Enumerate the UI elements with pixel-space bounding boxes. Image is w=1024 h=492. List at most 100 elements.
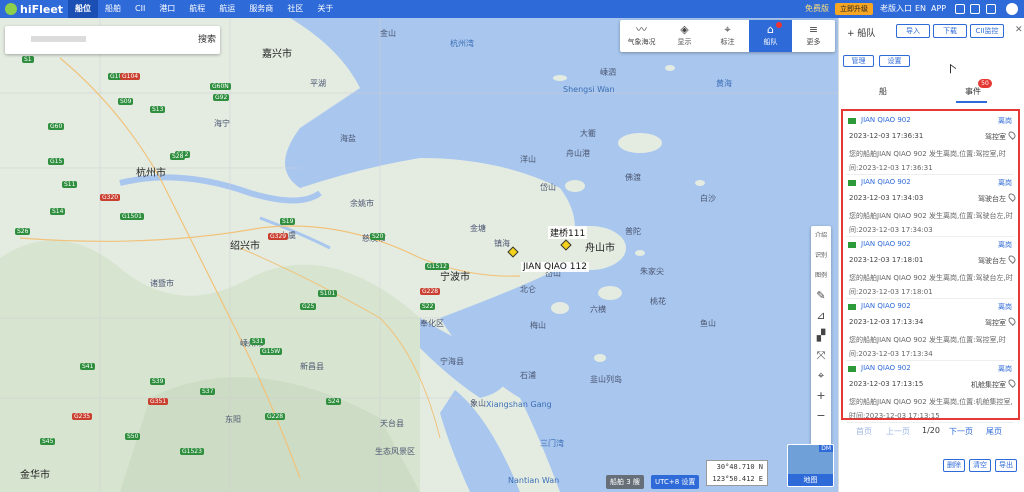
road-sign: G235 [72,413,93,420]
road-sign: S45 [40,438,56,445]
event-ship-name[interactable]: JIAN QIAO 902 [861,240,911,248]
logo-icon [5,3,17,15]
event-item[interactable]: JIAN QIAO 902 离岗 2023-12-03 17:36:31 驾控室 您的船… [846,113,1017,175]
toolbar-button[interactable]: ⌂ 船队 [749,20,792,52]
place-label: 梅山 [530,321,546,330]
road-sign: G351 [148,398,169,405]
search-button[interactable]: 搜索 [194,26,220,54]
tab-ships[interactable]: 船 [879,86,887,97]
nav-item[interactable]: 港口 [152,0,182,18]
toolbar-icon: ≡ [808,23,819,36]
map-type-tag: DM [819,445,833,452]
event-ship-name[interactable]: JIAN QIAO 902 [861,178,911,186]
place-label: 石浦 [520,371,536,380]
city-label: 杭州市 [136,168,166,179]
avatar[interactable] [1006,3,1018,15]
manage-button[interactable]: 管理 [843,55,874,67]
side-tool[interactable]: 识别 [811,246,831,266]
nav-item[interactable]: CII [128,0,152,18]
tab-events[interactable]: 事件 [965,86,981,97]
toolbar-button[interactable]: ◈ 显示 [663,20,706,52]
location-pin-icon[interactable] [1007,316,1017,326]
upgrade-button[interactable]: 立即升级 [835,3,873,15]
event-ship-name[interactable]: JIAN QIAO 902 [861,364,911,372]
nav-item[interactable]: 服务商 [242,0,280,18]
toolbar-button[interactable]: ⌖ 标注 [706,20,749,52]
message-icon[interactable] [955,4,965,14]
location-pin-icon[interactable] [1007,378,1017,388]
delete-button[interactable]: 删除 [943,459,965,472]
road-sign: G1501 [120,213,144,220]
import-button[interactable]: 导入 [896,24,930,38]
map-canvas[interactable]: 嘉兴市 杭州市 绍兴市 宁波市 舟山市 金华市 杭州湾 金山 嵊泗 洋山 岱山 … [0,18,838,492]
side-tool[interactable]: 图例 [811,266,831,286]
place-label: 白沙 [700,194,716,203]
location-pin-icon[interactable] [1007,130,1017,140]
event-time: 2023-12-03 17:36:31 [849,132,924,140]
event-item[interactable]: JIAN QIAO 902 离岗 2023-12-03 17:13:34 驾控室 您的船… [846,299,1017,361]
language-toggle[interactable]: EN [915,0,926,18]
export-button[interactable]: 导出 [995,459,1017,472]
side-tool[interactable]: + [811,386,831,406]
notification-icon[interactable] [970,4,980,14]
place-label: Xiangshan Gang [486,400,552,409]
side-tool[interactable]: ▞ [811,326,831,346]
top-nav-bar: hiFleet 船位 船舶 CII 港口 航程 航运 服务商 社区 关于 免费版 立即升级 老版… [0,0,1024,18]
event-ship-name[interactable]: JIAN QIAO 902 [861,116,911,124]
map-side-tools: 介绍 识别 图例 ✎ ⊿ ▞ ⤧ ⌖ + − [811,226,831,454]
nav-item[interactable]: 航程 [182,0,212,18]
app-link[interactable]: APP [931,0,946,18]
event-item[interactable]: JIAN QIAO 902 离岗 2023-12-03 17:13:15 机舱集控室您… [846,361,1017,423]
nav-item[interactable]: 船位 [68,0,98,18]
place-label: 杭州湾 [450,39,474,48]
toolbar-button[interactable]: 〰气象海况 [620,20,663,52]
place-label: 佛渡 [625,173,641,182]
next-page-button[interactable]: 下一页 [949,426,973,437]
utc-setting-button[interactable]: UTC+8 设置 [651,475,700,489]
free-version-label: 免费版 [805,4,829,13]
city-label: 绍兴市 [230,241,260,252]
place-label: 宁海县 [440,357,464,366]
nav-item[interactable]: 社区 [280,0,310,18]
side-tool[interactable]: ⊿ [811,306,831,326]
toolbar-button[interactable]: ≡ 更多 [792,20,835,52]
old-version-link[interactable]: 老版入口 [880,0,912,18]
nav-item[interactable]: 关于 [310,0,340,18]
side-tool[interactable]: 介绍 [811,226,831,246]
side-tool[interactable]: ⤧ [811,346,831,366]
brand-logo[interactable]: hiFleet [0,3,68,16]
download-button[interactable]: 下载 [933,24,967,38]
event-type: 离岗 [998,365,1012,373]
side-tool[interactable]: ⌖ [811,366,831,386]
mouse-cursor-icon [950,63,956,78]
road-sign: S28 [170,153,186,160]
place-label: 大衢 [580,129,596,138]
road-sign: S22 [420,303,436,310]
nav-item[interactable]: 船舶 [98,0,128,18]
event-item[interactable]: JIAN QIAO 902 离岗 2023-12-03 17:34:03 驾驶台左 您的… [846,175,1017,237]
search-box[interactable]: 搜索 [5,26,220,54]
road-sign: G104 [120,73,141,80]
toolbar-label: 显示 [677,38,692,46]
settings-button[interactable]: 设置 [879,55,910,67]
prev-page-button[interactable]: 上一页 [886,426,910,437]
first-page-button[interactable]: 首页 [856,426,872,437]
close-icon[interactable]: ✕ [1015,25,1023,35]
event-ship-name[interactable]: JIAN QIAO 902 [861,302,911,310]
side-tool[interactable]: ✎ [811,286,831,306]
event-time: 2023-12-03 17:13:34 [849,318,924,326]
road-sign: G92 [213,94,230,101]
location-pin-icon[interactable] [1007,192,1017,202]
location-pin-icon[interactable] [1007,254,1017,264]
nav-item[interactable]: 航运 [212,0,242,18]
settings-icon[interactable] [986,4,996,14]
last-page-button[interactable]: 尾页 [986,426,1002,437]
cii-monitor-button[interactable]: CII监控 [970,24,1004,38]
ship-label[interactable]: 建桥111 [548,226,588,239]
clear-button[interactable]: 清空 [969,459,991,472]
search-input[interactable] [31,36,86,42]
mini-map[interactable]: DM 地图 [787,444,834,487]
event-item[interactable]: JIAN QIAO 902 离岗 2023-12-03 17:18:01 驾驶台左 您的… [846,237,1017,299]
ship-label[interactable]: JIAN QIAO 112 [521,262,589,272]
side-tool[interactable]: − [811,406,831,426]
